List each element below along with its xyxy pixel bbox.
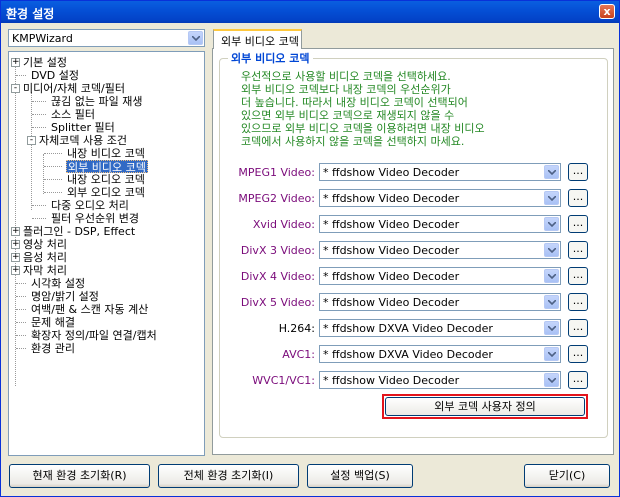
tree-item-label[interactable]: 기본 설정 <box>23 56 67 69</box>
window-title: 환경 설정 <box>6 7 55 21</box>
backup-settings-button[interactable]: 설정 백업(S) <box>307 464 413 488</box>
codec-options-button[interactable]: ... <box>568 345 588 363</box>
codec-dropdown[interactable]: * ffdshow Video Decoder <box>319 267 561 285</box>
codec-dropdown[interactable]: * ffdshow Video Decoder <box>319 293 561 311</box>
codec-options-button[interactable]: ... <box>568 319 588 337</box>
tree-item-label[interactable]: 내장 오디오 코덱 <box>67 173 145 186</box>
codec-options-button[interactable]: ... <box>568 267 588 285</box>
tree-item-label[interactable]: 시각화 설정 <box>31 277 85 290</box>
tree-item-label[interactable]: 영상 처리 <box>23 238 67 251</box>
codec-label: DivX 5 Video: <box>240 296 315 309</box>
reset-all-button[interactable]: 전체 환경 초기화(I) <box>158 464 299 488</box>
tree-connector <box>15 62 16 386</box>
codec-label: DivX 3 Video: <box>240 244 315 257</box>
codec-value: * ffdshow Video Decoder <box>323 192 460 205</box>
codec-value: * ffdshow DXVA Video Decoder <box>323 348 493 361</box>
chevron-down-icon[interactable] <box>544 373 559 387</box>
custom-codec-highlight: 외부 코덱 사용자 정의 <box>382 394 588 419</box>
codec-value: * ffdshow Video Decoder <box>323 218 460 231</box>
groupbox-title: 외부 비디오 코덱 <box>228 50 313 66</box>
tree-item-label[interactable]: 환경 관리 <box>31 342 75 355</box>
codec-dropdown[interactable]: * ffdshow Video Decoder <box>319 215 561 233</box>
tree-connector <box>43 154 44 194</box>
tree-item-label[interactable]: 내장 비디오 코덱 <box>67 147 145 160</box>
reset-current-button[interactable]: 현재 환경 초기화(R) <box>9 464 150 488</box>
title-bar[interactable]: 환경 설정 x <box>1 1 619 23</box>
tree-item-label[interactable]: 소스 필터 <box>51 108 95 121</box>
codec-dropdown[interactable]: * ffdshow DXVA Video Decoder <box>319 345 561 363</box>
codec-label: Xvid Video: <box>252 218 315 231</box>
codec-dropdown[interactable]: * ffdshow Video Decoder <box>319 163 561 181</box>
codec-label: MPEG1 Video: <box>238 166 315 179</box>
tree-toggle[interactable]: + <box>11 227 20 236</box>
tree-item-label[interactable]: 외부 오디오 코덱 <box>67 186 145 199</box>
codec-options-button[interactable]: ... <box>568 371 588 389</box>
tree-item-label[interactable]: 자막 처리 <box>23 264 67 277</box>
chevron-down-icon[interactable] <box>544 243 559 257</box>
codec-options-button[interactable]: ... <box>568 215 588 233</box>
codec-label: H.264: <box>278 322 315 335</box>
chevron-down-icon[interactable] <box>544 191 559 205</box>
tree-toggle[interactable]: + <box>11 266 20 275</box>
tree-item-label[interactable]: 필터 우선순위 변경 <box>51 212 139 225</box>
codec-options-button[interactable]: ... <box>568 163 588 181</box>
tree-toggle[interactable]: - <box>27 136 36 145</box>
tab-label: 외부 비디오 코덱 <box>221 35 299 48</box>
chevron-down-icon[interactable] <box>544 269 559 283</box>
close-button[interactable]: x <box>599 4 615 19</box>
tree-item-label[interactable]: 문제 해결 <box>31 316 75 329</box>
codec-value: * ffdshow Video Decoder <box>323 374 460 387</box>
codec-options-button[interactable]: ... <box>568 293 588 311</box>
codec-value: * ffdshow DXVA Video Decoder <box>323 322 493 335</box>
settings-window: 환경 설정 x KMPWizard + 기본 설정 DVD 설정 - 미디어/자체 … <box>0 0 620 497</box>
codec-dropdown[interactable]: * ffdshow Video Decoder <box>319 241 561 259</box>
codec-label: DivX 4 Video: <box>240 270 315 283</box>
preset-dropdown[interactable]: KMPWizard <box>8 29 205 47</box>
tree-item-label[interactable]: 미디어/자체 코덱/필터 <box>23 82 125 95</box>
tree-item-selected[interactable]: 외부 비디오 코덱 <box>66 160 148 174</box>
tree-item-label[interactable]: 끊김 없는 파일 재생 <box>51 95 142 108</box>
codec-dropdown[interactable]: * ffdshow DXVA Video Decoder <box>319 319 561 337</box>
tree-item-label[interactable]: Splitter 필터 <box>51 121 115 134</box>
tab-external-video-codec[interactable]: 외부 비디오 코덱 <box>213 29 302 49</box>
chevron-down-icon[interactable] <box>544 347 559 361</box>
close-dialog-button[interactable]: 닫기(C) <box>524 464 610 488</box>
custom-codec-button[interactable]: 외부 코덱 사용자 정의 <box>385 397 585 416</box>
codec-value: * ffdshow Video Decoder <box>323 166 460 179</box>
tree-item-label[interactable]: 플러그인 - DSP, Effect <box>23 225 135 238</box>
chevron-down-icon[interactable] <box>544 295 559 309</box>
codec-label: WVC1/VC1: <box>252 374 315 387</box>
codec-label: AVC1: <box>282 348 315 361</box>
settings-tree[interactable]: + 기본 설정 DVD 설정 - 미디어/자체 코덱/필터 끊김 없는 파일 재생 … <box>8 51 205 456</box>
tree-toggle[interactable]: + <box>11 240 20 249</box>
tree-toggle[interactable]: + <box>11 253 20 262</box>
codec-value: * ffdshow Video Decoder <box>323 270 460 283</box>
tree-item-label[interactable]: 확장자 정의/파일 연결/캡처 <box>31 329 157 342</box>
tree-item-label[interactable]: 자체코덱 사용 조건 <box>39 134 127 147</box>
codec-value: * ffdshow Video Decoder <box>323 296 460 309</box>
tree-item-label[interactable]: 명암/밝기 설정 <box>31 290 99 303</box>
description-text: 우선적으로 사용할 비디오 코덱을 선택하세요. 외부 비디오 코덱보다 내장 … <box>241 70 485 148</box>
codec-label: MPEG2 Video: <box>238 192 315 205</box>
codec-options-button[interactable]: ... <box>568 189 588 207</box>
chevron-down-icon[interactable] <box>188 31 203 45</box>
codec-options-button[interactable]: ... <box>568 241 588 259</box>
tree-toggle[interactable]: - <box>11 84 20 93</box>
tree-connector <box>31 92 32 210</box>
preset-value: KMPWizard <box>12 32 73 45</box>
tree-toggle[interactable]: + <box>11 58 20 67</box>
tree-item-label[interactable]: 음성 처리 <box>23 251 67 264</box>
codec-value: * ffdshow Video Decoder <box>323 244 460 257</box>
chevron-down-icon[interactable] <box>544 217 559 231</box>
chevron-down-icon[interactable] <box>544 165 559 179</box>
codec-dropdown[interactable]: * ffdshow Video Decoder <box>319 189 561 207</box>
tree-item-label[interactable]: 다중 오디오 처리 <box>51 199 129 212</box>
tree-item-label[interactable]: DVD 설정 <box>31 69 79 82</box>
codec-dropdown[interactable]: * ffdshow Video Decoder <box>319 371 561 389</box>
tree-item-label[interactable]: 여백/팬 & 스캔 자동 계산 <box>31 303 148 316</box>
chevron-down-icon[interactable] <box>544 321 559 335</box>
